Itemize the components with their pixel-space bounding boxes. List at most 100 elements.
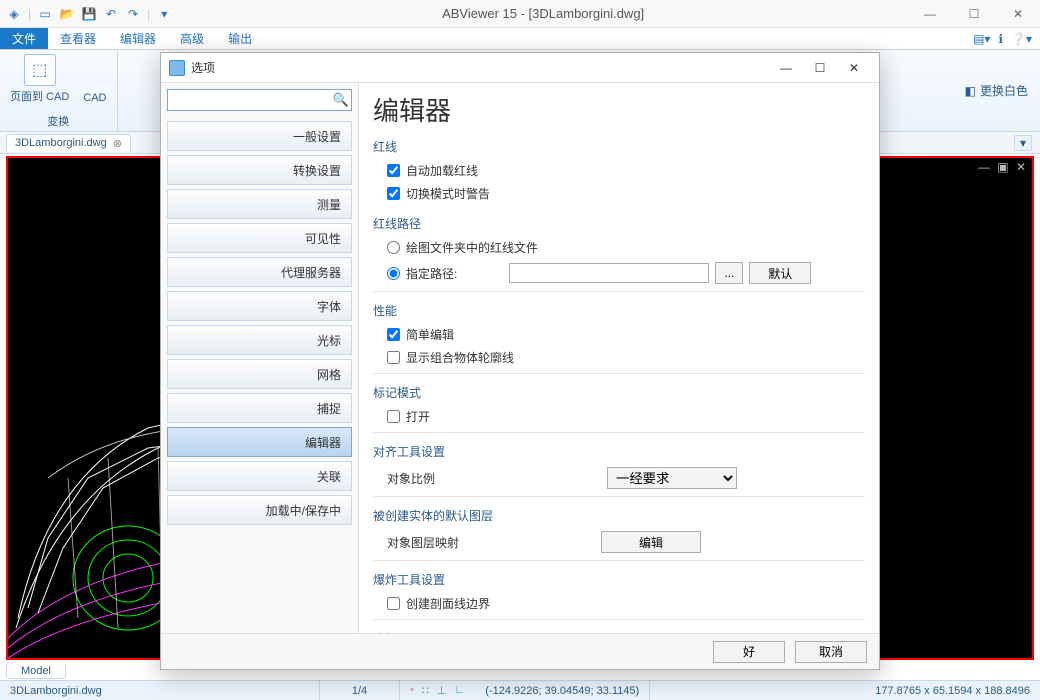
section-explode: 爆炸工具设置 [373, 571, 865, 588]
document-tab[interactable]: 3DLamborgini.dwg ⊗ [6, 134, 131, 152]
doc-icon[interactable]: ▤▾ [973, 32, 990, 46]
tabs-dropdown-icon[interactable]: ▾ [1014, 135, 1032, 151]
status-dims: 177.8765 x 65.1594 x 188.8496 [865, 681, 1040, 700]
section-markmode: 标记模式 [373, 384, 865, 401]
page-to-cad-button[interactable]: ⬚ 页面到 CAD [10, 54, 69, 104]
search-icon[interactable]: 🔍 [333, 92, 349, 108]
outline-checkbox[interactable] [387, 351, 400, 364]
row-layer-map: 对象图层映射 编辑 [373, 528, 865, 556]
dialog-icon [169, 60, 185, 76]
nav-grid[interactable]: 网格 [167, 359, 352, 389]
align-scale-select[interactable]: 一经要求 [607, 467, 737, 489]
close-tab-icon[interactable]: ⊗ [113, 137, 122, 150]
nav-measure[interactable]: 测量 [167, 189, 352, 219]
nav-convert[interactable]: 转换设置 [167, 155, 352, 185]
titlebar: ◈ | ▭ 📂 💾 ↶ ↷ | ▾ ABViewer 15 - [3DLambo… [0, 0, 1040, 28]
layer-edit-button[interactable]: 编辑 [601, 531, 701, 553]
nav-editor[interactable]: 编辑器 [167, 427, 352, 457]
search-input[interactable] [167, 89, 352, 111]
ribbon-right-tools: ▤▾ ℹ ❔▾ [973, 28, 1040, 49]
mark-open-checkbox[interactable] [387, 410, 400, 423]
status-page: 1/4 [320, 681, 400, 700]
dialog-maximize-button[interactable]: ☐ [803, 56, 837, 80]
simple-edit-checkbox[interactable] [387, 328, 400, 341]
cancel-button[interactable]: 取消 [795, 641, 867, 663]
qat-dropdown-icon[interactable]: ▾ [156, 6, 172, 22]
path-input[interactable] [509, 263, 709, 283]
cad-button[interactable]: CAD [83, 54, 106, 104]
ribbon-group-title: 变换 [47, 113, 69, 129]
window-title: ABViewer 15 - [3DLamborgini.dwg] [178, 6, 908, 21]
nav-font[interactable]: 字体 [167, 291, 352, 321]
nav-visibility[interactable]: 可见性 [167, 223, 352, 253]
section-performance: 性能 [373, 302, 865, 319]
nav-snap[interactable]: 捕捉 [167, 393, 352, 423]
snap-tool-3[interactable]: ⊥ [437, 684, 447, 697]
snap-tool-2[interactable]: ∷ [422, 684, 429, 697]
tab-advanced[interactable]: 高级 [168, 28, 216, 49]
ribbon-right-label[interactable]: ◧ 更换白色 [965, 50, 1040, 131]
document-tab-label: 3DLamborgini.dwg [15, 137, 107, 149]
snap-tool-1[interactable]: ◦ [410, 684, 414, 697]
section-redline: 红线 [373, 138, 865, 155]
nav-loadsave[interactable]: 加载中/保存中 [167, 495, 352, 525]
row-redline-warn[interactable]: 切换模式时警告 [373, 182, 865, 205]
viewport-tools[interactable]: — ▣ ✕ [978, 160, 1028, 174]
nav-proxy[interactable]: 代理服务器 [167, 257, 352, 287]
dialog-titlebar[interactable]: 选项 — ☐ ✕ [161, 53, 879, 83]
help-icon[interactable]: ❔▾ [1011, 32, 1032, 46]
options-dialog: 选项 — ☐ ✕ 🔍 一般设置 转换设置 测量 可见性 代理服务器 字体 光标 … [160, 52, 880, 670]
dialog-search: 🔍 [167, 89, 352, 111]
nav-general[interactable]: 一般设置 [167, 121, 352, 151]
ok-button[interactable]: 好 [713, 641, 785, 663]
page-to-cad-label: 页面到 CAD [10, 88, 69, 104]
new-icon[interactable]: ▭ [37, 6, 53, 22]
layer-map-label: 对象图层映射 [387, 534, 459, 551]
tab-file[interactable]: 文件 [0, 28, 48, 49]
open-icon[interactable]: 📂 [59, 6, 75, 22]
maximize-button[interactable]: ☐ [952, 0, 996, 28]
align-scale-label: 对象比例 [387, 470, 435, 487]
row-outline[interactable]: 显示组合物体轮廓线 [373, 346, 865, 369]
content-heading: 编辑器 [373, 91, 865, 128]
minimize-button[interactable]: — [908, 0, 952, 28]
status-coords: (-124.9226; 39.04549; 33.1145) [475, 681, 650, 700]
dialog-minimize-button[interactable]: — [769, 56, 803, 80]
layout-tabs: Model [6, 662, 66, 680]
tab-output[interactable]: 输出 [216, 28, 264, 49]
quick-access-toolbar: ◈ | ▭ 📂 💾 ↶ ↷ | ▾ [0, 6, 178, 22]
window-controls: — ☐ ✕ [908, 0, 1040, 28]
row-simple-edit[interactable]: 简单编辑 [373, 323, 865, 346]
row-redline-auto[interactable]: 自动加载红线 [373, 159, 865, 182]
path-default-button[interactable]: 默认 [749, 262, 811, 284]
status-snap-tools: ◦ ∷ ⊥ ∟ [400, 684, 475, 697]
status-file: 3DLamborgini.dwg [0, 681, 320, 700]
redline-warn-checkbox[interactable] [387, 187, 400, 200]
path-specify-radio[interactable] [387, 267, 400, 280]
info-icon[interactable]: ℹ [998, 32, 1003, 46]
snap-tool-4[interactable]: ∟ [455, 684, 466, 697]
row-mark-open[interactable]: 打开 [373, 405, 865, 428]
row-path-folder[interactable]: 绘图文件夹中的红线文件 [373, 236, 865, 259]
save-icon[interactable]: 💾 [81, 6, 97, 22]
close-button[interactable]: ✕ [996, 0, 1040, 28]
nav-link[interactable]: 关联 [167, 461, 352, 491]
dialog-title: 选项 [191, 59, 769, 76]
tab-editor[interactable]: 编辑器 [108, 28, 168, 49]
swap-color-icon: ◧ [965, 84, 976, 98]
tab-viewer[interactable]: 查看器 [48, 28, 108, 49]
row-path-specify: 指定路径: ... 默认 [373, 259, 865, 287]
explode-checkbox[interactable] [387, 597, 400, 610]
nav-cursor[interactable]: 光标 [167, 325, 352, 355]
row-explode-chk[interactable]: 创建剖面线边界 [373, 592, 865, 615]
swap-color-label: 更换白色 [980, 82, 1028, 99]
dialog-close-button[interactable]: ✕ [837, 56, 871, 80]
redline-auto-checkbox[interactable] [387, 164, 400, 177]
path-folder-radio[interactable] [387, 241, 400, 254]
undo-icon[interactable]: ↶ [103, 6, 119, 22]
cad-label: CAD [83, 92, 106, 104]
model-tab[interactable]: Model [6, 664, 66, 679]
dialog-content: 编辑器 红线 自动加载红线 切换模式时警告 红线路径 绘图文件夹中的红线文件 指… [359, 83, 879, 633]
redo-icon[interactable]: ↷ [125, 6, 141, 22]
browse-button[interactable]: ... [715, 262, 743, 284]
